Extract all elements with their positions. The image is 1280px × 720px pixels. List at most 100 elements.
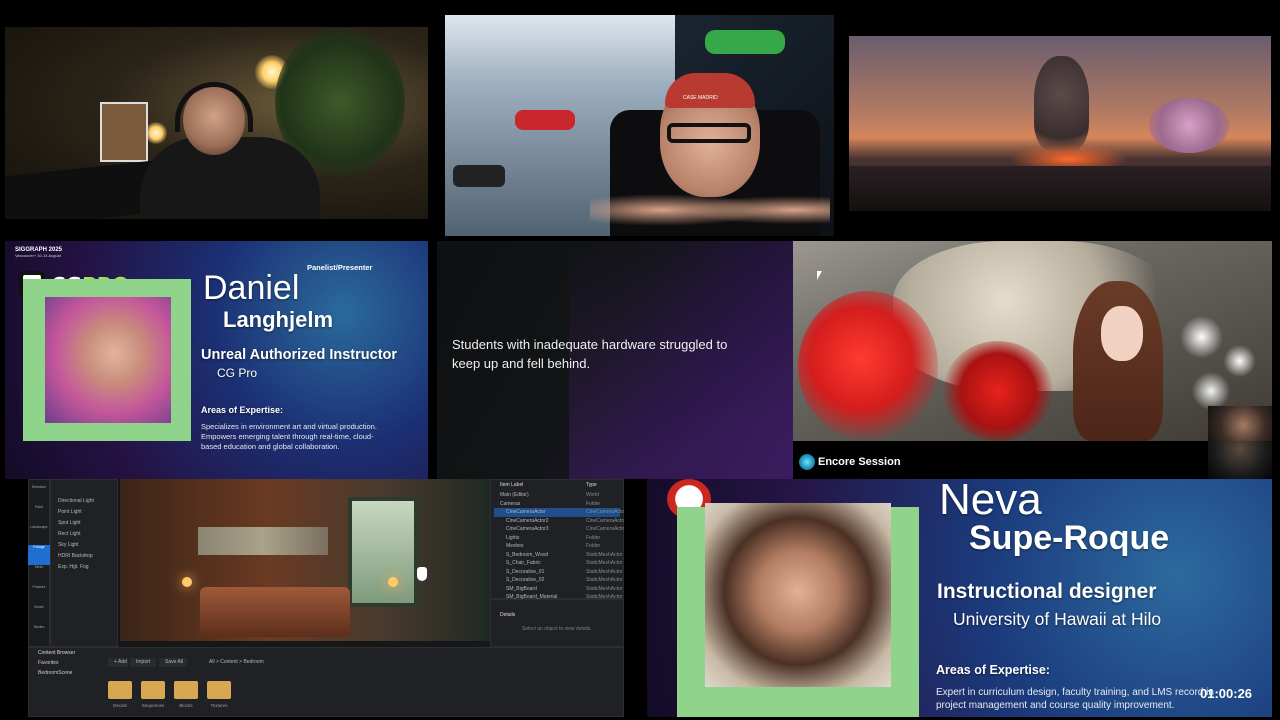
encore-label: Encore Session bbox=[818, 456, 901, 468]
folder-label: Decals bbox=[113, 703, 127, 708]
hand-cursor-icon bbox=[417, 567, 427, 581]
speaker-thumbnail bbox=[1208, 406, 1272, 441]
folder-label: Textures bbox=[210, 703, 228, 708]
outliner-row-label: S_Chair_Fabric bbox=[506, 560, 541, 566]
folder-icon[interactable] bbox=[207, 681, 231, 699]
presenter-photo bbox=[705, 503, 891, 687]
content-browser-tab[interactable]: Content Browser bbox=[32, 649, 112, 658]
presenter-card-daniel: SIGGRAPH 2025 Vancouver+ 10-14 August CG… bbox=[5, 241, 428, 479]
folder-label: Sequences bbox=[141, 703, 165, 708]
details-tab[interactable]: Details bbox=[494, 611, 534, 620]
folder-icon[interactable] bbox=[174, 681, 198, 699]
speaker-thumbnail-body bbox=[1208, 441, 1272, 479]
expertise-text: Expert in curriculum design, faculty tra… bbox=[936, 687, 1214, 711]
toy-car-black bbox=[453, 165, 505, 187]
actor-item[interactable]: Rect Light bbox=[52, 530, 116, 539]
folder-icon[interactable] bbox=[141, 681, 165, 699]
presenter-title: Instructional designer bbox=[937, 580, 1157, 603]
character-face bbox=[1101, 306, 1143, 361]
lamp-glow-small bbox=[145, 122, 167, 144]
window bbox=[348, 497, 418, 607]
session-timer: 01:00:26 bbox=[1200, 686, 1253, 701]
outliner-row-label: S_Decorative_01 bbox=[506, 568, 545, 575]
mode-fracture[interactable]: Fracture bbox=[28, 585, 50, 605]
role-label: Panelist/Presenter bbox=[307, 263, 373, 272]
actor-item[interactable]: HDRI Backdrop bbox=[52, 552, 116, 561]
hands bbox=[590, 185, 830, 235]
encore-logo-icon bbox=[799, 454, 815, 470]
toy-car-red bbox=[515, 110, 575, 130]
presenter-org: CG Pro bbox=[217, 366, 258, 380]
foreground-hills bbox=[849, 166, 1271, 211]
outliner-row-label: SM_BigBoard bbox=[506, 585, 537, 592]
lamp-right bbox=[388, 577, 398, 587]
outliner-header: Item Label Type bbox=[500, 482, 597, 488]
bed bbox=[200, 587, 350, 637]
smoke-plume bbox=[1034, 56, 1089, 151]
character-render bbox=[793, 241, 1272, 441]
folder-label: Blocks bbox=[179, 703, 193, 708]
presenter-photo bbox=[45, 297, 171, 423]
encore-session-bar: Encore Session bbox=[793, 441, 1272, 479]
video-feed-attendee-1 bbox=[5, 27, 428, 219]
actor-item[interactable]: Point Light bbox=[52, 508, 116, 517]
presenter-last-name: Supe-Roque bbox=[969, 519, 1170, 557]
expertise-heading: Areas of Expertise: bbox=[936, 663, 1050, 677]
actor-item[interactable]: Directional Light bbox=[52, 497, 116, 506]
favorites-section[interactable]: Favorites bbox=[32, 659, 92, 668]
outliner-row-label: Lights bbox=[506, 534, 520, 541]
quote-text: Students with inadequate hardware strugg… bbox=[452, 337, 728, 371]
outliner-row-label: CineCameraActor3 bbox=[506, 526, 549, 532]
video-feed-attendee-2: CASE MADRID bbox=[445, 15, 834, 236]
outliner-row-label: Main (Editor) bbox=[500, 492, 529, 498]
wall-poster bbox=[100, 102, 148, 162]
lamp-left bbox=[182, 577, 192, 587]
cap bbox=[665, 73, 755, 108]
expertise-text: Specializes in environment art and virtu… bbox=[201, 422, 377, 451]
folder-icon[interactable] bbox=[108, 681, 132, 699]
save-all-button[interactable]: Save All bbox=[159, 658, 187, 667]
mode-modes[interactable]: Modes bbox=[28, 625, 50, 645]
actor-item[interactable]: Exp. Hgt. Fog bbox=[52, 563, 116, 572]
actor-item[interactable]: Sky Light bbox=[52, 541, 116, 550]
paintings bbox=[198, 527, 328, 555]
cap-text: CASE MADRID bbox=[683, 95, 718, 101]
mode-selection[interactable]: Selection bbox=[28, 485, 50, 505]
presenter-first-name: Daniel bbox=[203, 269, 300, 307]
character-hair bbox=[1073, 281, 1163, 441]
red-flower-2 bbox=[943, 341, 1053, 441]
viewport[interactable] bbox=[120, 479, 490, 641]
outliner-row-label: CineCameraActor bbox=[506, 509, 546, 515]
import-button[interactable]: Import bbox=[130, 658, 156, 667]
presenter-title: Unreal Authorized Instructor bbox=[201, 347, 398, 363]
volcano-render bbox=[849, 36, 1271, 211]
mode-landscape[interactable]: Landscape bbox=[28, 525, 50, 545]
siggraph-logo: SIGGRAPH 2025 Vancouver+ 10-14 August bbox=[15, 247, 63, 258]
breadcrumb[interactable]: All > Content > Bedroom bbox=[203, 658, 323, 667]
outliner-row-label: S_Bedroom_Wood bbox=[506, 551, 549, 558]
unreal-editor-screen: Selection Paint Landscape Foliage Mesh F… bbox=[28, 479, 624, 717]
mode-mesh[interactable]: Mesh bbox=[28, 565, 50, 585]
actor-item[interactable]: Spot Light bbox=[52, 519, 116, 528]
outliner-row-label: Cameras bbox=[500, 500, 521, 507]
outliner-row-label: Meshes bbox=[506, 543, 524, 549]
folder-root[interactable]: BedroomScene bbox=[32, 669, 102, 678]
blossom-tree bbox=[1149, 98, 1229, 153]
presenter-org: University of Hawaii at Hilo bbox=[953, 609, 1162, 629]
mode-paint[interactable]: Paint bbox=[28, 505, 50, 525]
headphones-icon bbox=[175, 82, 253, 132]
add-button[interactable]: + Add bbox=[108, 658, 128, 667]
red-flower bbox=[798, 291, 938, 441]
slide-quote: Students with inadequate hardware strugg… bbox=[437, 241, 793, 479]
outliner-row-label: CineCameraActor2 bbox=[506, 517, 549, 524]
toy-car-green bbox=[705, 30, 785, 54]
presenter-card-neva: Neva Supe-Roque Instructional designer U… bbox=[647, 479, 1272, 717]
modes-sidebar-items: Selection Paint Landscape Foliage Mesh F… bbox=[28, 485, 50, 645]
glasses bbox=[667, 123, 751, 143]
expertise-heading: Areas of Expertise: bbox=[201, 405, 284, 415]
details-panel bbox=[490, 599, 624, 647]
mode-brush[interactable]: Brush bbox=[28, 605, 50, 625]
outliner-row-label: S_Decorative_02 bbox=[506, 577, 545, 583]
mode-foliage[interactable]: Foliage bbox=[28, 545, 50, 565]
cursor-icon bbox=[817, 271, 822, 280]
